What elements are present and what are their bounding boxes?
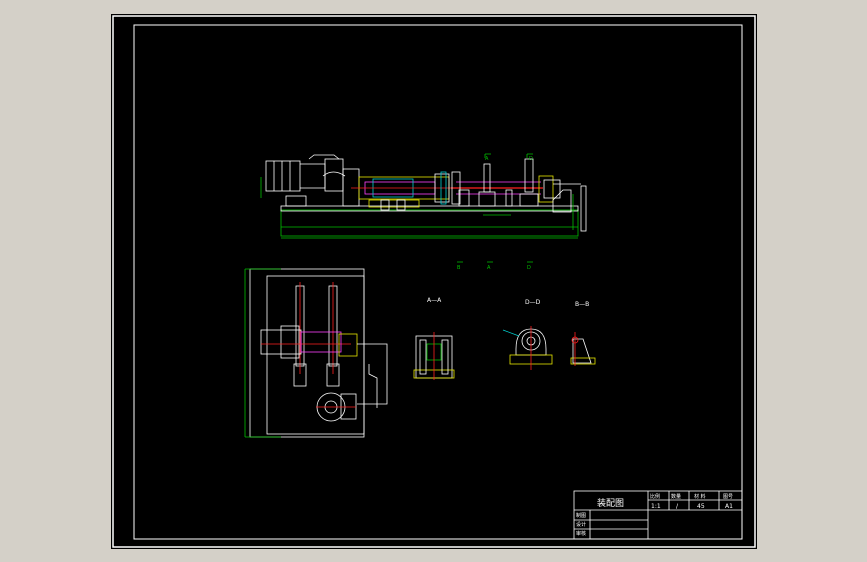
value-scale: 1:1 [651, 503, 661, 510]
main-assembly-view: A D B A D [260, 153, 587, 271]
section-label-b-b: B—B [575, 301, 589, 308]
header-material: 材 料 [694, 493, 706, 500]
section-a-a: A—A [413, 297, 455, 380]
header-drawing-no: 图号 [723, 494, 733, 500]
inner-frame [133, 24, 743, 540]
svg-text:A: A [487, 265, 491, 271]
cad-drawing: A D B A D A—A D—D B—B 装配图 比例 数量 材 料 图号 1… [112, 15, 756, 548]
svg-text:B: B [457, 265, 461, 271]
row-label-design: 设计 [576, 521, 586, 528]
header-scale: 比例 [650, 493, 660, 500]
value-material: 45 [697, 503, 705, 510]
svg-text:A: A [485, 156, 489, 162]
section-label-a-a: A—A [427, 297, 442, 304]
outer-frame [112, 15, 756, 548]
base-bed [280, 209, 579, 237]
value-drawing-no: A1 [725, 503, 733, 510]
section-b-b: B—B [570, 301, 596, 366]
row-label-review: 审核 [576, 530, 586, 537]
motor [265, 160, 301, 192]
drawing-title: 装配图 [597, 497, 624, 509]
svg-text:D: D [529, 156, 533, 162]
section-label-d-d: D—D [525, 299, 541, 306]
drawing-sheet: A D B A D A—A D—D B—B 装配图 比例 数量 材 料 图号 1… [111, 14, 757, 549]
header-quantity: 数量 [671, 493, 681, 500]
plan-view [244, 268, 388, 438]
value-quantity: / [676, 503, 679, 510]
row-label-drawn: 制图 [576, 512, 586, 519]
svg-text:D: D [527, 265, 531, 271]
section-d-d: D—D [502, 299, 553, 370]
